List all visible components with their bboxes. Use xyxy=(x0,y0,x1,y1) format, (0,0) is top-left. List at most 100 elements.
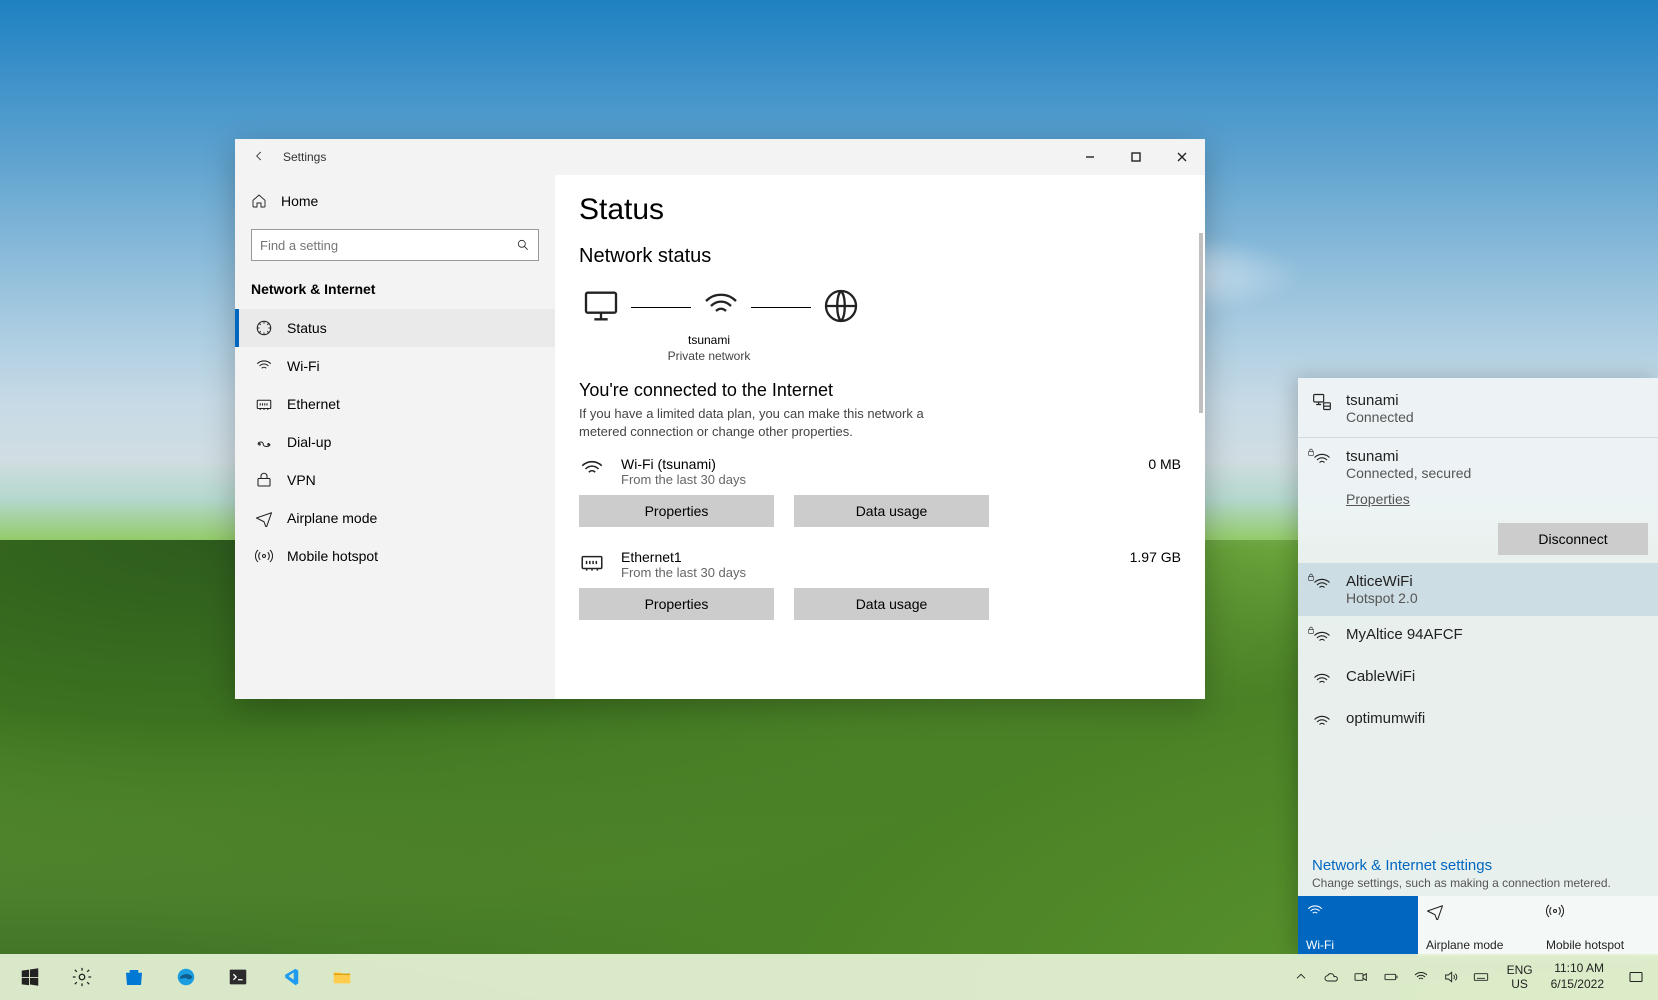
network-flyout: tsunami Connected tsunami Connected, sec… xyxy=(1298,378,1658,956)
scrollbar[interactable] xyxy=(1199,233,1203,413)
sidebar-item-label: VPN xyxy=(287,472,316,488)
flyout-current-connection[interactable]: tsunami Connected xyxy=(1298,378,1658,438)
expanded-status: Connected, secured xyxy=(1346,465,1644,481)
tray-overflow[interactable] xyxy=(1291,967,1311,987)
properties-link[interactable]: Properties xyxy=(1346,491,1410,507)
taskbar-explorer[interactable] xyxy=(318,954,366,1000)
tile-label: Mobile hotspot xyxy=(1546,938,1650,952)
tray-onedrive-icon[interactable] xyxy=(1321,967,1341,987)
disconnect-button[interactable]: Disconnect xyxy=(1498,523,1648,555)
wifi-icon xyxy=(701,286,741,329)
vpn-icon xyxy=(255,471,273,489)
diagram-network-type: Private network xyxy=(579,349,839,365)
network-settings-link[interactable]: Network & Internet settings xyxy=(1312,857,1644,874)
tray-network-icon[interactable] xyxy=(1411,967,1431,987)
hotspot-icon xyxy=(255,547,273,565)
tray-volume-icon[interactable] xyxy=(1441,967,1461,987)
tray-meet-now-icon[interactable] xyxy=(1351,967,1371,987)
maximize-button[interactable] xyxy=(1113,139,1159,175)
sidebar-item-wifi[interactable]: Wi-Fi xyxy=(235,347,555,385)
wifi-icon xyxy=(1312,670,1332,690)
language-indicator[interactable]: ENG US xyxy=(1499,963,1541,992)
action-center-button[interactable] xyxy=(1614,968,1658,986)
adapter-name: Wi-Fi (tsunami) xyxy=(621,456,1132,472)
current-name: tsunami xyxy=(1346,392,1414,409)
sidebar-home[interactable]: Home xyxy=(235,183,555,219)
data-usage-button[interactable]: Data usage xyxy=(794,495,989,527)
sidebar-item-label: Wi-Fi xyxy=(287,358,320,374)
lock-icon xyxy=(1306,569,1316,585)
page-title: Status xyxy=(579,193,1181,227)
taskbar: ENG US 11:10 AM 6/15/2022 xyxy=(0,954,1658,1000)
adapter-sub: From the last 30 days xyxy=(621,565,1114,580)
tile-label: Airplane mode xyxy=(1426,938,1530,952)
titlebar[interactable]: Settings xyxy=(235,139,1205,175)
wifi-icon xyxy=(255,357,273,375)
available-network[interactable]: MyAltice 94AFCF xyxy=(1298,616,1658,658)
settings-sidebar: Home Network & Internet StatusWi-FiEther… xyxy=(235,175,555,699)
quick-tile-hotspot[interactable]: Mobile hotspot xyxy=(1538,896,1658,956)
sidebar-item-label: Ethernet xyxy=(287,396,340,412)
network-diagram xyxy=(581,286,1181,329)
taskbar-edge[interactable] xyxy=(162,954,210,1000)
sidebar-item-label: Status xyxy=(287,320,327,336)
sidebar-item-hotspot[interactable]: Mobile hotspot xyxy=(235,537,555,575)
properties-button[interactable]: Properties xyxy=(579,588,774,620)
adapter-usage: 0 MB xyxy=(1148,456,1181,472)
taskbar-store[interactable] xyxy=(110,954,158,1000)
sidebar-item-status[interactable]: Status xyxy=(235,309,555,347)
flyout-expanded-network[interactable]: tsunami Connected, secured Properties xyxy=(1298,438,1658,517)
sidebar-item-label: Dial-up xyxy=(287,434,331,450)
data-usage-button[interactable]: Data usage xyxy=(794,588,989,620)
minimize-button[interactable] xyxy=(1067,139,1113,175)
sidebar-item-ethernet[interactable]: Ethernet xyxy=(235,385,555,423)
tray-ime-icon[interactable] xyxy=(1471,967,1491,987)
ethernet-icon xyxy=(255,395,273,413)
wifi-icon xyxy=(1312,712,1332,732)
adapter-name: Ethernet1 xyxy=(621,549,1114,565)
taskbar-settings[interactable] xyxy=(58,954,106,1000)
available-network[interactable]: optimumwifi xyxy=(1298,700,1658,742)
window-title: Settings xyxy=(283,150,326,164)
back-button[interactable] xyxy=(245,149,273,166)
sidebar-item-airplane[interactable]: Airplane mode xyxy=(235,499,555,537)
available-network[interactable]: CableWiFi xyxy=(1298,658,1658,700)
tray-battery-icon[interactable] xyxy=(1381,967,1401,987)
dialup-icon xyxy=(255,433,273,451)
adapter-usage: 1.97 GB xyxy=(1130,549,1181,565)
pc-network-icon xyxy=(1312,392,1332,412)
wifi-icon xyxy=(1306,902,1324,920)
sidebar-item-label: Airplane mode xyxy=(287,510,377,526)
wifi-icon xyxy=(579,456,605,485)
flyout-footer: Network & Internet settings Change setti… xyxy=(1298,849,1658,896)
quick-tile-wifi[interactable]: Wi-Fi xyxy=(1298,896,1418,956)
lock-icon xyxy=(1306,622,1316,638)
sidebar-item-vpn[interactable]: VPN xyxy=(235,461,555,499)
sidebar-item-dialup[interactable]: Dial-up xyxy=(235,423,555,461)
airplane-icon xyxy=(1426,902,1444,920)
current-status: Connected xyxy=(1346,409,1414,425)
close-button[interactable] xyxy=(1159,139,1205,175)
properties-button[interactable]: Properties xyxy=(579,495,774,527)
search-input[interactable] xyxy=(251,229,539,261)
network-name: MyAltice 94AFCF xyxy=(1346,626,1463,643)
start-button[interactable] xyxy=(6,954,54,1000)
clock-date: 6/15/2022 xyxy=(1551,977,1604,993)
search-field[interactable] xyxy=(260,238,516,253)
clock-time: 11:10 AM xyxy=(1551,961,1604,977)
quick-tile-airplane[interactable]: Airplane mode xyxy=(1418,896,1538,956)
sidebar-item-label: Mobile hotspot xyxy=(287,548,378,564)
available-network[interactable]: AlticeWiFiHotspot 2.0 xyxy=(1298,563,1658,616)
taskbar-terminal[interactable] xyxy=(214,954,262,1000)
quick-actions: Wi-Fi Airplane mode Mobile hotspot xyxy=(1298,896,1658,956)
tile-label: Wi-Fi xyxy=(1306,938,1410,952)
connected-heading: You're connected to the Internet xyxy=(579,380,1181,401)
network-name: optimumwifi xyxy=(1346,710,1425,727)
page-subtitle: Network status xyxy=(579,245,1181,268)
adapter-sub: From the last 30 days xyxy=(621,472,1132,487)
adapter-row: Ethernet1 From the last 30 days 1.97 GB xyxy=(579,549,1181,580)
taskbar-vscode[interactable] xyxy=(266,954,314,1000)
diagram-network-name: tsunami xyxy=(579,333,839,349)
lang-top: ENG xyxy=(1507,963,1533,977)
taskbar-clock[interactable]: 11:10 AM 6/15/2022 xyxy=(1541,961,1614,992)
